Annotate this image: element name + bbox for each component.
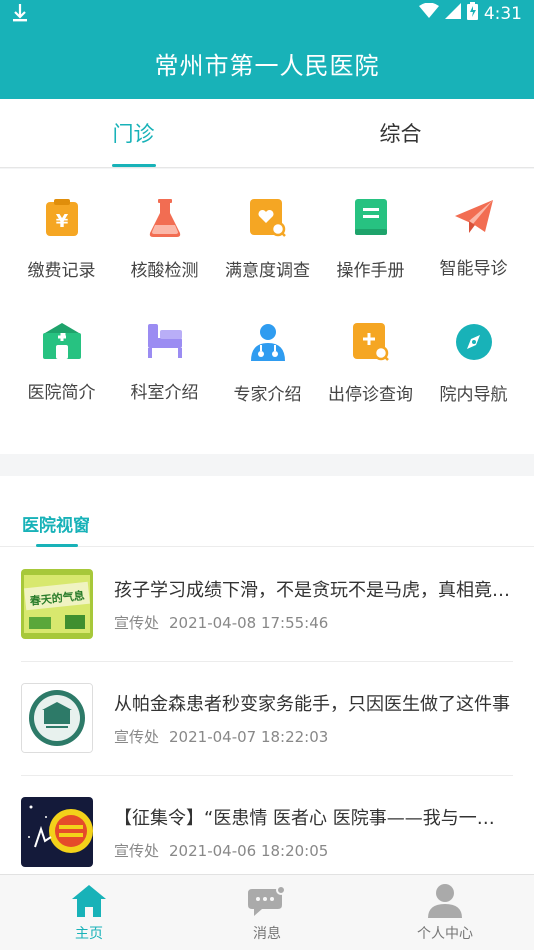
service-label: 智能导诊 <box>439 259 508 279</box>
service-payment-record[interactable]: ¥ 缴费记录 <box>8 169 115 281</box>
chat-bubble-icon <box>248 883 286 919</box>
nav-profile[interactable]: 个人中心 <box>356 875 534 950</box>
compass-icon <box>452 323 496 361</box>
nav-label: 主页 <box>75 926 103 942</box>
service-label: 核酸检测 <box>130 261 199 281</box>
service-label: 满意度调查 <box>225 261 310 281</box>
department-bed-icon <box>143 323 187 359</box>
news-thumbnail: 春天的气息 <box>21 569 93 639</box>
schedule-search-icon <box>349 323 393 361</box>
payment-record-icon: ¥ <box>40 199 84 237</box>
news-thumbnail <box>21 797 93 867</box>
tab-bar: 门诊 综合 <box>0 99 534 168</box>
status-bar: 4:31 <box>0 0 534 27</box>
manual-book-icon <box>349 199 393 237</box>
news-item[interactable]: 春天的气息 孩子学习成绩下滑，不是贪玩不是马虎，真相竟然是 宣传处 2021-04… <box>0 548 534 662</box>
service-survey[interactable]: 满意度调查 <box>214 169 321 281</box>
service-manual[interactable]: 操作手册 <box>317 169 424 281</box>
signal-icon <box>444 3 461 24</box>
news-timestamp: 2021-04-07 18:22:03 <box>169 728 329 746</box>
service-hospital-intro[interactable]: 医院简介 <box>8 293 115 403</box>
nav-home[interactable]: 主页 <box>0 875 178 950</box>
service-nucleic-test[interactable]: 核酸检测 <box>111 169 218 281</box>
service-label: 操作手册 <box>336 261 405 281</box>
tab-general[interactable]: 综合 <box>267 99 534 167</box>
nav-label: 消息 <box>253 926 281 942</box>
service-label: 院内导航 <box>439 385 508 405</box>
status-time: 4:31 <box>483 3 522 24</box>
app-header: 常州市第一人民医院 <box>0 27 534 99</box>
service-label: 科室介绍 <box>130 383 199 403</box>
tab-outpatient[interactable]: 门诊 <box>0 99 267 167</box>
news-timestamp: 2021-04-06 18:20:05 <box>169 842 329 860</box>
person-icon <box>428 883 462 919</box>
service-department-intro[interactable]: 科室介绍 <box>111 293 218 403</box>
news-meta: 宣传处 2021-04-07 18:22:03 <box>114 726 328 747</box>
hospital-news-panel: 医院视窗 春天的气息 孩子学习成绩下滑，不是贪玩不是马虎，真相竟然是 宣传处 20… <box>0 476 534 874</box>
news-source: 宣传处 <box>114 728 160 746</box>
news-section-header: 医院视窗 <box>0 476 534 547</box>
nav-label: 个人中心 <box>417 926 473 942</box>
hospital-icon <box>40 323 84 359</box>
news-item[interactable]: 【征集令】“医患情 医者心 医院事——我与一院的故事” 宣传处 2021-04-0… <box>0 776 534 874</box>
doctor-icon <box>246 323 290 361</box>
news-timestamp: 2021-04-08 17:55:46 <box>169 614 329 632</box>
service-expert-intro[interactable]: 专家介绍 <box>214 293 321 405</box>
service-smart-guide[interactable]: 智能导诊 <box>420 169 527 279</box>
news-title: 孩子学习成绩下滑，不是贪玩不是马虎，真相竟然是 <box>114 580 512 601</box>
service-label: 专家介绍 <box>233 385 302 405</box>
service-label: 缴费记录 <box>27 261 96 281</box>
news-source: 宣传处 <box>114 842 160 860</box>
service-navigation[interactable]: 院内导航 <box>420 293 527 405</box>
svg-text:¥: ¥ <box>55 211 68 232</box>
nav-messages[interactable]: 消息 <box>178 875 356 950</box>
service-label: 医院简介 <box>27 383 96 403</box>
news-item[interactable]: 从帕金森患者秒变家务能手，只因医生做了这件事 宣传处 2021-04-07 18:… <box>0 662 534 776</box>
page-title: 常州市第一人民医院 <box>154 51 380 80</box>
news-thumbnail <box>21 683 93 753</box>
download-icon <box>12 3 28 27</box>
service-schedule-query[interactable]: 出停诊查询 <box>317 293 424 405</box>
paper-plane-icon <box>452 199 496 235</box>
service-label: 出停诊查询 <box>328 385 413 405</box>
news-meta: 宣传处 2021-04-06 18:20:05 <box>114 840 328 861</box>
news-meta: 宣传处 2021-04-08 17:55:46 <box>114 612 328 633</box>
survey-icon <box>246 199 290 237</box>
flask-icon <box>143 199 187 237</box>
status-right: 4:31 <box>418 2 522 25</box>
home-icon <box>72 883 106 919</box>
battery-icon <box>466 2 478 25</box>
news-section-title[interactable]: 医院视窗 <box>22 511 90 536</box>
service-grid: ¥ 缴费记录 核酸检测 满意度调查 操作手册 智能导诊 医院简介 科室介绍 专家… <box>0 169 534 454</box>
news-title: 【征集令】“医患情 医者心 医院事——我与一院的故事” <box>114 808 512 829</box>
news-source: 宣传处 <box>114 614 160 632</box>
bottom-nav: 主页 消息 个人中心 <box>0 874 534 950</box>
news-title: 从帕金森患者秒变家务能手，只因医生做了这件事 <box>114 694 510 715</box>
wifi-icon <box>418 2 439 24</box>
